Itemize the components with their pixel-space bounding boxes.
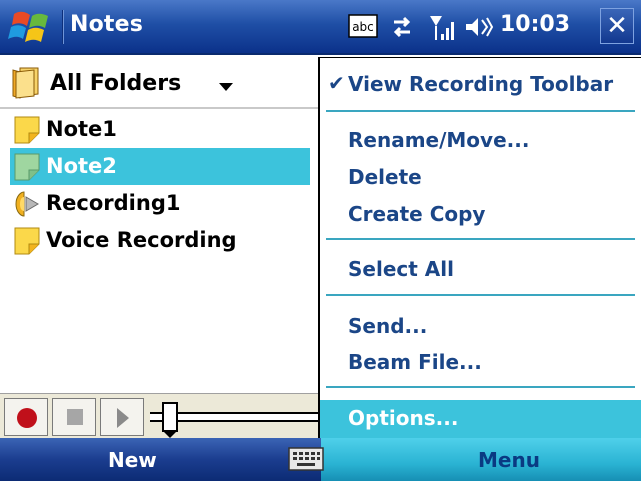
title-separator: [62, 10, 64, 44]
file-name: Recording1: [46, 191, 181, 215]
folder-selector[interactable]: All Folders: [50, 71, 181, 96]
folder-icon: [12, 67, 39, 99]
menu-item-select-all[interactable]: Select All: [320, 251, 641, 289]
menu-item-label: Beam File...: [348, 350, 482, 374]
new-softkey[interactable]: New: [108, 448, 157, 472]
menu-item-delete[interactable]: Delete: [320, 159, 641, 197]
menu-item-label: Options...: [348, 406, 459, 430]
record-icon: [17, 408, 37, 428]
stop-icon: [67, 409, 83, 425]
menu-item-label: Create Copy: [348, 202, 486, 226]
close-button[interactable]: ✕: [600, 8, 634, 44]
menu-item-view-recording-toolbar[interactable]: ✔ View Recording Toolbar: [320, 66, 641, 104]
note-icon: [14, 227, 40, 255]
play-icon: [117, 408, 129, 428]
start-button[interactable]: [8, 6, 56, 48]
menu-item-options[interactable]: Options...: [320, 400, 641, 438]
app-title: Notes: [70, 12, 144, 37]
slider-thumb[interactable]: [162, 402, 178, 438]
note-icon: [14, 153, 40, 181]
menu-separator: [326, 110, 635, 112]
menu-item-send[interactable]: Send...: [320, 308, 641, 346]
file-name: Voice Recording: [46, 228, 237, 252]
input-method-icon[interactable]: abc: [348, 14, 378, 38]
keyboard-icon[interactable]: [288, 446, 324, 472]
file-name: Note2: [44, 154, 119, 178]
menu-item-beam-file[interactable]: Beam File...: [320, 344, 641, 382]
signal-strength-icon[interactable]: [428, 10, 456, 44]
menu-separator: [326, 238, 635, 240]
menu-item-label: Send...: [348, 314, 428, 338]
menu-separator: [326, 386, 635, 388]
menu-item-rename-move[interactable]: Rename/Move...: [320, 122, 641, 160]
connectivity-icon[interactable]: [388, 10, 416, 44]
record-button[interactable]: [4, 398, 48, 436]
svg-text:abc: abc: [352, 20, 374, 34]
checkmark-icon: ✔: [328, 71, 345, 95]
chevron-down-icon[interactable]: [219, 83, 233, 91]
soft-key-bar: New Menu: [0, 438, 641, 481]
clock[interactable]: 10:03: [500, 12, 570, 37]
menu-item-label: Rename/Move...: [348, 128, 530, 152]
note-icon: [14, 116, 40, 144]
menu-separator: [326, 294, 635, 296]
menu-softkey[interactable]: Menu: [478, 448, 540, 472]
menu-item-label: Select All: [348, 257, 454, 281]
title-bar: Notes abc 10:03 ✕: [0, 0, 641, 55]
play-button[interactable]: [100, 398, 144, 436]
menu-item-label: View Recording Toolbar: [348, 72, 614, 96]
left-softkey-area[interactable]: [0, 438, 320, 481]
menu-item-create-copy[interactable]: Create Copy: [320, 196, 641, 234]
volume-icon[interactable]: [464, 10, 494, 44]
menu-item-label: Delete: [348, 165, 422, 189]
audio-recording-icon: [15, 191, 39, 217]
stop-button[interactable]: [52, 398, 96, 436]
file-name: Note1: [46, 117, 117, 141]
context-menu: ✔ View Recording Toolbar Rename/Move... …: [318, 57, 641, 438]
